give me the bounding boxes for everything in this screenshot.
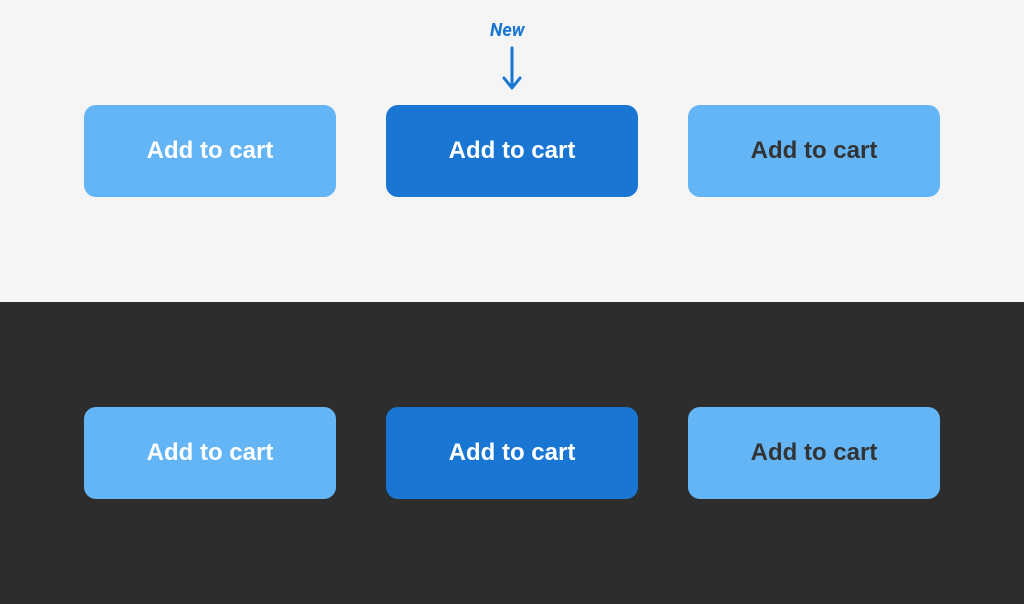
- button-label: Add to cart: [147, 137, 274, 165]
- dark-panel: Add to cart Add to cart Add to cart: [0, 302, 1024, 604]
- arrow-down-icon: [500, 46, 524, 98]
- button-label: Add to cart: [751, 439, 878, 467]
- add-to-cart-button[interactable]: Add to cart: [84, 105, 336, 197]
- button-label: Add to cart: [147, 439, 274, 467]
- add-to-cart-button[interactable]: Add to cart: [386, 105, 638, 197]
- add-to-cart-button[interactable]: Add to cart: [688, 105, 940, 197]
- add-to-cart-button[interactable]: Add to cart: [84, 407, 336, 499]
- add-to-cart-button[interactable]: Add to cart: [386, 407, 638, 499]
- new-label: New: [490, 20, 525, 41]
- button-label: Add to cart: [449, 137, 576, 165]
- add-to-cart-button[interactable]: Add to cart: [688, 407, 940, 499]
- light-panel: New Add to cart Add to cart Add to cart: [0, 0, 1024, 302]
- button-label: Add to cart: [751, 137, 878, 165]
- button-label: Add to cart: [449, 439, 576, 467]
